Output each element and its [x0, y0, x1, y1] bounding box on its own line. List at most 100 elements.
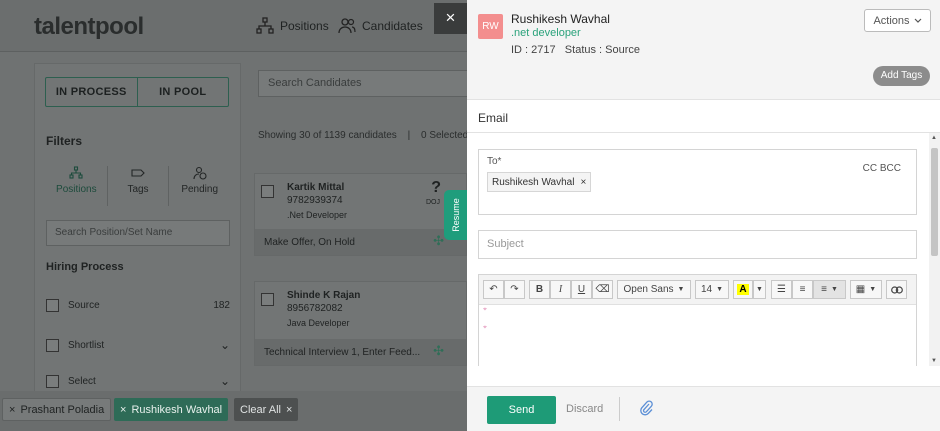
- app-logo: talentpool: [34, 13, 144, 40]
- nav-candidates[interactable]: Candidates: [338, 17, 423, 35]
- chip-label: Prashant Poladia: [20, 403, 105, 416]
- candidate-card[interactable]: Kartik Mittal 9782939374 .Net Developer …: [254, 173, 467, 256]
- recipient-chip[interactable]: Rushikesh Wavhal ×: [487, 172, 592, 192]
- email-section-title: Email: [478, 111, 509, 125]
- subject-input[interactable]: Subject: [478, 230, 917, 259]
- underline-button[interactable]: U: [571, 280, 592, 299]
- stage-count: 182: [213, 299, 230, 311]
- nav-positions[interactable]: Positions: [256, 17, 329, 35]
- add-tags-button[interactable]: Add Tags: [873, 66, 930, 86]
- selected-count: 0 Selected: [420, 130, 469, 141]
- close-drawer-button[interactable]: ×: [434, 3, 467, 34]
- candidate-drawer: RW Rushikesh Wavhal .net developer ID : …: [467, 0, 940, 431]
- table-dropdown[interactable]: ▦ ▼: [850, 280, 882, 299]
- align-dropdown[interactable]: ≡ ▼: [813, 280, 846, 299]
- tab-in-process[interactable]: IN PROCESS: [46, 78, 137, 106]
- chevron-down-icon[interactable]: ⌄: [220, 374, 230, 388]
- clear-all-button[interactable]: Clear All ×: [234, 398, 299, 421]
- paperclip-icon[interactable]: [639, 400, 653, 416]
- bold-button[interactable]: B: [529, 280, 550, 299]
- stage-select[interactable]: Select ⌄: [46, 372, 230, 390]
- stage-label: Source: [68, 299, 100, 311]
- chevron-down-icon[interactable]: ⌄: [220, 338, 230, 352]
- stage-label: Select: [68, 375, 96, 387]
- search-candidates-input[interactable]: Search Candidates: [258, 70, 468, 97]
- hiring-process-heading: Hiring Process: [46, 261, 124, 273]
- chip-label: Clear All: [240, 403, 281, 416]
- to-label: To*: [487, 156, 502, 167]
- send-button[interactable]: Send: [487, 396, 556, 424]
- tab-in-pool[interactable]: IN POOL: [136, 78, 229, 106]
- candidate-meta: ID : 2717 Status : Source: [511, 44, 641, 56]
- users-icon: [338, 18, 356, 34]
- text-color-letter: A: [737, 284, 749, 295]
- italic-button[interactable]: I: [550, 280, 571, 299]
- text-color-caret[interactable]: ▼: [753, 280, 766, 299]
- drawer-footer: Send Discard: [467, 386, 940, 431]
- scrollbar[interactable]: ▲ ▼: [929, 133, 940, 366]
- font-family-value: Open Sans: [623, 284, 674, 295]
- candidate-name: Rushikesh Wavhal: [511, 12, 610, 26]
- candidate-name[interactable]: Kartik Mittal: [287, 182, 344, 193]
- filter-tab-label: Pending: [181, 184, 219, 195]
- nav-candidates-label: Candidates: [362, 19, 423, 33]
- filters-panel: IN PROCESS IN POOL Filters Positions Tag…: [34, 63, 241, 393]
- candidate-phone: 9782939374: [287, 195, 343, 206]
- filter-tab-pending[interactable]: Pending: [168, 166, 230, 206]
- stage-checkbox[interactable]: [46, 338, 59, 352]
- caret-down-icon: ▼: [869, 286, 877, 293]
- candidate-name[interactable]: Shinde K Rajan: [287, 290, 360, 301]
- candidate-card[interactable]: Shinde K Rajan 8956782082 Java Developer…: [254, 281, 467, 366]
- filter-tab-positions[interactable]: Positions: [46, 166, 107, 206]
- undo-icon[interactable]: ↶: [483, 280, 504, 299]
- search-position-input[interactable]: Search Position/Set Name: [46, 220, 230, 246]
- org-chart-icon: [256, 17, 274, 34]
- numbered-list-icon[interactable]: ≡: [792, 280, 813, 299]
- chip-prashant[interactable]: × Prashant Poladia: [2, 398, 112, 421]
- remove-recipient-icon[interactable]: ×: [580, 177, 586, 188]
- actions-dropdown[interactable]: Actions: [864, 9, 931, 32]
- caret-down-icon: ▼: [677, 286, 685, 293]
- caret-down-icon: ▼: [716, 286, 724, 293]
- bullet-list-icon[interactable]: ☰: [771, 280, 792, 299]
- font-size-select[interactable]: 14 ▼: [695, 280, 729, 299]
- candidate-checkbox[interactable]: [261, 293, 274, 306]
- resume-tab-label: Resume: [450, 198, 461, 232]
- candidate-phone: 8956782082: [287, 303, 343, 314]
- stage-source[interactable]: Source 182: [46, 296, 230, 314]
- filter-tab-tags[interactable]: Tags: [106, 166, 169, 206]
- candidate-checkbox[interactable]: [261, 185, 274, 198]
- discard-button[interactable]: Discard: [566, 403, 603, 415]
- link-icon[interactable]: [886, 280, 907, 299]
- scroll-thumb[interactable]: [931, 148, 938, 256]
- chevron-down-icon: [914, 18, 921, 23]
- remove-icon[interactable]: ×: [9, 404, 15, 416]
- to-field[interactable]: To* CC BCC Rushikesh Wavhal ×: [478, 149, 917, 215]
- actions-label: Actions: [873, 14, 910, 27]
- text-color-button[interactable]: A: [733, 280, 753, 299]
- caret-down-icon: ▼: [756, 286, 763, 293]
- drawer-header: RW Rushikesh Wavhal .net developer ID : …: [467, 0, 940, 100]
- settings-icon[interactable]: ✣: [433, 233, 444, 249]
- eraser-icon[interactable]: ⌫: [592, 280, 613, 299]
- redo-icon[interactable]: ↷: [504, 280, 525, 299]
- cc-bcc-link[interactable]: CC BCC: [863, 163, 901, 174]
- filter-tab-label: Positions: [56, 184, 97, 195]
- stage-shortlist[interactable]: Shortlist ⌄: [46, 336, 230, 354]
- tag-icon: [131, 169, 145, 177]
- doj-label: DOJ: [426, 199, 440, 206]
- settings-icon[interactable]: ✣: [433, 343, 444, 359]
- divider: [467, 132, 940, 133]
- chip-rushikesh[interactable]: × Rushikesh Wavhal: [114, 398, 229, 421]
- remove-icon[interactable]: ×: [120, 404, 126, 416]
- link-glyph: [890, 285, 903, 294]
- candidate-role: .net developer: [511, 27, 581, 39]
- email-editor[interactable]: ↶ ↷ B I U ⌫ Open Sans ▼ 14 ▼ A ▼ ☰ ≡ ≡ ▼ ▦ ▼: [478, 274, 917, 366]
- stage-checkbox[interactable]: [46, 374, 59, 388]
- stage-checkbox[interactable]: [46, 298, 59, 312]
- scroll-up-icon[interactable]: ▲: [931, 135, 937, 141]
- font-family-select[interactable]: Open Sans ▼: [617, 280, 691, 299]
- nav-positions-label: Positions: [280, 19, 329, 33]
- resume-tab[interactable]: Resume: [444, 190, 467, 240]
- scroll-down-icon[interactable]: ▼: [931, 358, 937, 364]
